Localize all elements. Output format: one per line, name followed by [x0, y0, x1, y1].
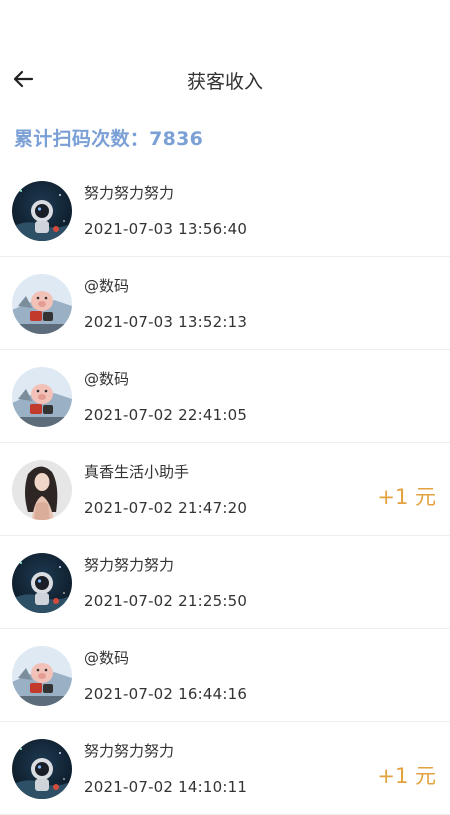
income-record-list: 努力努力努力 2021-07-03 13:56:40 @数码 2021-07-03 1…: [0, 164, 450, 815]
record-time: 2021-07-03 13:56:40: [84, 220, 248, 238]
record-amount: +1 元: [377, 764, 436, 788]
record-name: 努力努力努力: [84, 742, 175, 760]
pig-avatar: [12, 274, 72, 334]
record-row[interactable]: 努力努力努力 2021-07-02 21:25:50: [0, 536, 450, 629]
record-time: 2021-07-02 21:25:50: [84, 592, 248, 610]
record-time: 2021-07-02 14:10:11: [84, 778, 248, 796]
record-time: 2021-07-02 21:47:20: [84, 499, 248, 517]
record-time: 2021-07-03 13:52:13: [84, 313, 248, 331]
girl-avatar: [12, 460, 72, 520]
record-row[interactable]: 努力努力努力 2021-07-02 14:10:11 +1 元: [0, 722, 450, 815]
record-amount: +1 元: [377, 485, 436, 509]
record-name: @数码: [84, 277, 130, 295]
record-row[interactable]: @数码 2021-07-02 16:44:16: [0, 629, 450, 722]
record-name: 努力努力努力: [84, 184, 175, 202]
record-row[interactable]: @数码 2021-07-02 22:41:05: [0, 350, 450, 443]
record-row[interactable]: @数码 2021-07-03 13:52:13: [0, 257, 450, 350]
navigation-bar: 获客收入: [0, 52, 450, 108]
astronaut-avatar: [12, 553, 72, 613]
pig-avatar: [12, 646, 72, 706]
scan-count-summary: 累计扫码次数：7836: [14, 124, 203, 151]
record-name: 努力努力努力: [84, 556, 175, 574]
scan-count-value: 7836: [149, 128, 204, 150]
astronaut-avatar: [12, 181, 72, 241]
record-name: @数码: [84, 649, 130, 667]
record-time: 2021-07-02 22:41:05: [84, 406, 248, 424]
record-name: @数码: [84, 370, 130, 388]
astronaut-avatar: [12, 739, 72, 799]
scan-count-label: 累计扫码次数：: [14, 128, 150, 150]
record-name: 真香生活小助手: [84, 463, 190, 481]
pig-avatar: [12, 367, 72, 427]
record-row[interactable]: 努力努力努力 2021-07-03 13:56:40: [0, 164, 450, 257]
record-time: 2021-07-02 16:44:16: [84, 685, 248, 703]
record-row[interactable]: 真香生活小助手 2021-07-02 21:47:20 +1 元: [0, 443, 450, 536]
page-title: 获客收入: [186, 71, 263, 93]
